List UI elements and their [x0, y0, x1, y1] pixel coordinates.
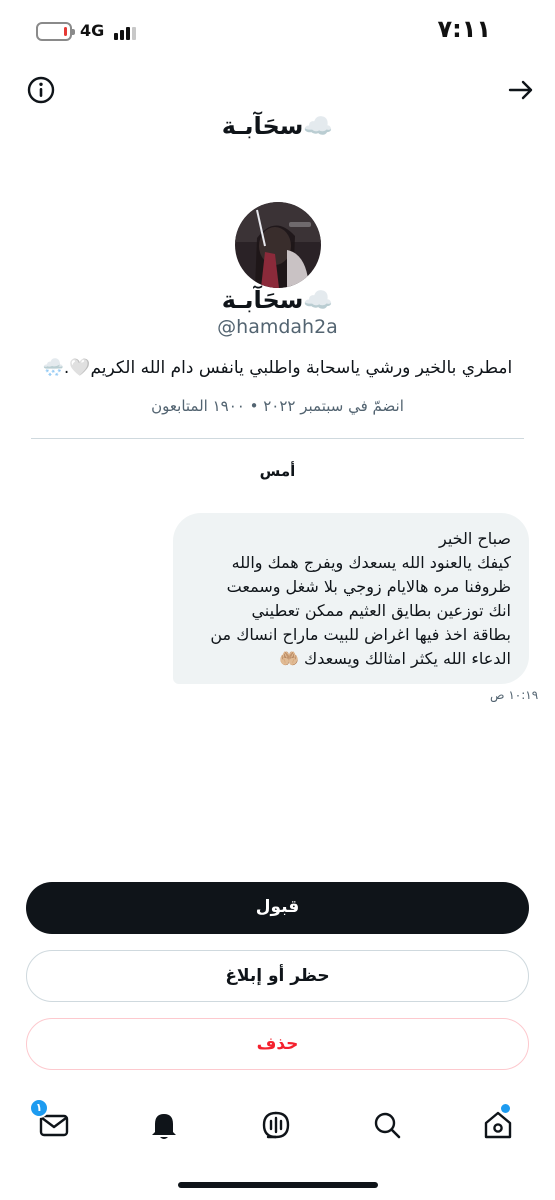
tab-bar: ١	[0, 1098, 555, 1158]
message-bubble[interactable]: صباح الخير كيفك يالعنود الله يسعدك ويفرج…	[173, 513, 529, 684]
info-icon[interactable]	[27, 76, 55, 104]
profile-name: سحَآبـة☁️	[221, 286, 334, 314]
home-indicator	[178, 1182, 378, 1188]
conversation-title: سحَآبـة☁️	[221, 112, 334, 140]
profile-meta: انضمّ في سبتمبر ٢٠٢٢ • ١٩٠٠ المتابعون	[151, 397, 404, 415]
home-notification-dot	[501, 1104, 510, 1113]
message-line: كيفك يالعنود الله يسعدك ويفرج همك والله	[231, 553, 511, 572]
status-bar: 4G ٧:١١	[0, 0, 555, 62]
day-separator: أمس	[259, 462, 296, 480]
messages-badge: ١	[29, 1098, 49, 1118]
message-line: انك توزعين بطايق العثيم ممكن تعطيني	[251, 601, 511, 620]
avatar[interactable]	[235, 202, 321, 288]
accept-button[interactable]: قبول	[26, 882, 529, 934]
bell-icon[interactable]	[147, 1108, 181, 1142]
home-icon[interactable]	[481, 1104, 515, 1142]
message-line: صباح الخير	[438, 529, 511, 548]
status-time: ٧:١١	[437, 15, 491, 43]
delete-button[interactable]: حذف	[26, 1018, 529, 1070]
message-line: بطاقة اخذ فيها اغراض للبيت ماراح انساك م…	[210, 625, 511, 644]
profile-bio: امطري بالخير ورشي ياسحابة واطلبي يانفس د…	[42, 358, 513, 378]
signal-icon	[114, 24, 138, 40]
network-type: 4G	[80, 21, 105, 40]
message-line: ظروفنا مره هالايام زوجي بلا شغل وسمعت	[226, 577, 511, 596]
divider	[31, 438, 524, 439]
block-report-button[interactable]: حظر أو إبلاغ	[26, 950, 529, 1002]
mail-icon[interactable]: ١	[29, 1098, 71, 1142]
message-timestamp: ١٠:١٩ ص	[490, 688, 539, 702]
battery-icon	[36, 22, 75, 41]
message-line: الدعاء الله يكثر امثالك ويسعدك 🤲🏼	[279, 649, 511, 668]
arrow-right-icon[interactable]	[507, 76, 535, 104]
battery-level	[64, 27, 67, 36]
spaces-icon[interactable]	[259, 1108, 293, 1142]
search-icon[interactable]	[370, 1108, 404, 1142]
profile-handle: @hamdah2a	[217, 316, 338, 338]
